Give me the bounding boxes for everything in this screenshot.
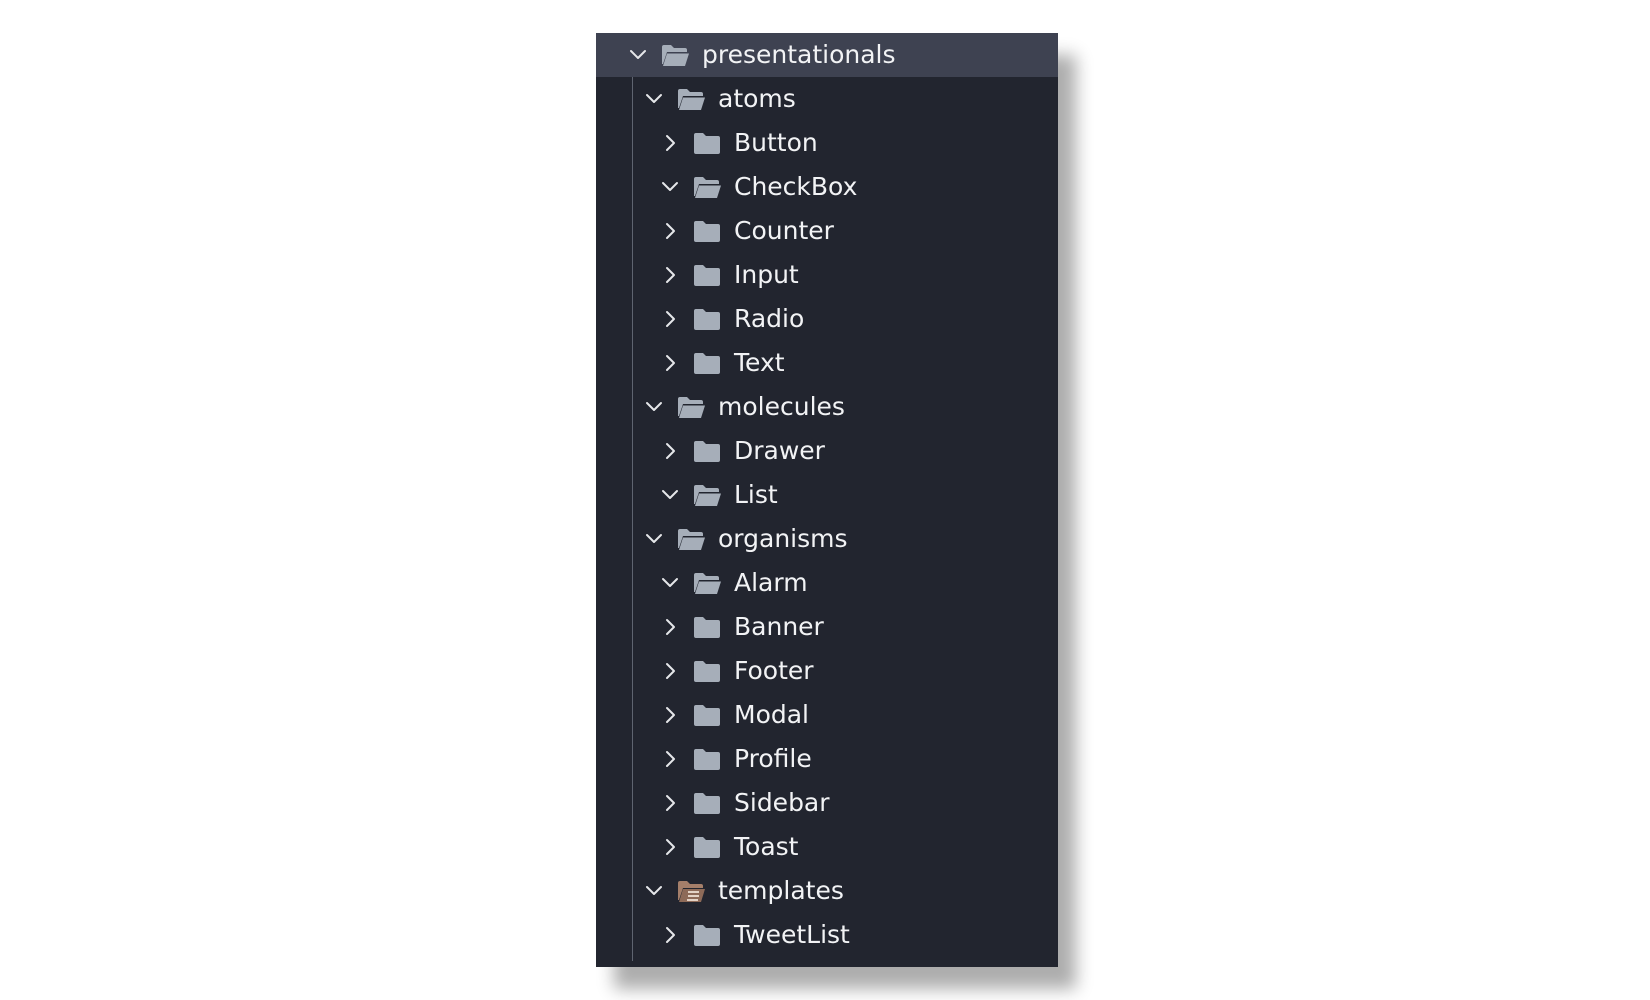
folder-icon (692, 131, 722, 155)
tree-item-drawer[interactable]: Drawer (596, 429, 1058, 473)
chevron-down-icon[interactable] (644, 881, 664, 901)
chevron-right-icon[interactable] (660, 221, 680, 241)
tree-item-label: Drawer (734, 436, 825, 465)
folder-tree: presentationals atoms Button CheckBox Counte… (596, 33, 1058, 967)
tree-item-organisms[interactable]: organisms (596, 517, 1058, 561)
tree-item-label: Profile (734, 744, 812, 773)
chevron-right-icon[interactable] (660, 309, 680, 329)
tree-item-label: Footer (734, 656, 814, 685)
tree-item-footer[interactable]: Footer (596, 649, 1058, 693)
tree-item-label: Text (734, 348, 785, 377)
tree-item-label: presentationals (702, 40, 896, 69)
folder-open-icon (676, 87, 706, 111)
folder-icon (692, 747, 722, 771)
chevron-right-icon[interactable] (660, 265, 680, 285)
tree-item-label: CheckBox (734, 172, 858, 201)
tree-item-label: templates (718, 876, 844, 905)
tree-item-profile[interactable]: Profile (596, 737, 1058, 781)
tree-item-alarm[interactable]: Alarm (596, 561, 1058, 605)
chevron-down-icon[interactable] (628, 45, 648, 65)
folder-icon (692, 351, 722, 375)
folder-templates-open-icon (676, 879, 706, 903)
folder-icon (692, 263, 722, 287)
tree-item-label: Radio (734, 304, 805, 333)
chevron-right-icon[interactable] (660, 793, 680, 813)
chevron-down-icon[interactable] (644, 397, 664, 417)
tree-item-templates[interactable]: templates (596, 869, 1058, 913)
file-explorer-panel: presentationals atoms Button CheckBox Counte… (596, 33, 1058, 967)
chevron-right-icon[interactable] (660, 133, 680, 153)
chevron-down-icon[interactable] (660, 177, 680, 197)
chevron-right-icon[interactable] (660, 661, 680, 681)
tree-item-counter[interactable]: Counter (596, 209, 1058, 253)
folder-icon (692, 791, 722, 815)
tree-item-label: Modal (734, 700, 809, 729)
tree-item-atoms[interactable]: atoms (596, 77, 1058, 121)
tree-item-label: Counter (734, 216, 834, 245)
tree-item-sidebar[interactable]: Sidebar (596, 781, 1058, 825)
tree-item-label: TweetList (734, 920, 850, 949)
tree-item-label: molecules (718, 392, 845, 421)
chevron-down-icon[interactable] (660, 573, 680, 593)
tree-item-text[interactable]: Text (596, 341, 1058, 385)
folder-open-icon (692, 483, 722, 507)
tree-item-label: Sidebar (734, 788, 830, 817)
folder-icon (692, 923, 722, 947)
chevron-right-icon[interactable] (660, 441, 680, 461)
folder-open-icon (660, 43, 690, 67)
folder-icon (692, 219, 722, 243)
chevron-down-icon[interactable] (660, 485, 680, 505)
tree-item-label: organisms (718, 524, 848, 553)
folder-icon (692, 835, 722, 859)
tree-item-label: Alarm (734, 568, 808, 597)
folder-open-icon (692, 175, 722, 199)
tree-item-label: Button (734, 128, 818, 157)
tree-item-molecules[interactable]: molecules (596, 385, 1058, 429)
chevron-right-icon[interactable] (660, 925, 680, 945)
tree-item-tweetlist[interactable]: TweetList (596, 913, 1058, 957)
tree-item-toast[interactable]: Toast (596, 825, 1058, 869)
chevron-right-icon[interactable] (660, 353, 680, 373)
tree-item-label: Input (734, 260, 799, 289)
tree-item-radio[interactable]: Radio (596, 297, 1058, 341)
folder-open-icon (676, 527, 706, 551)
folder-icon (692, 703, 722, 727)
tree-item-list[interactable]: List (596, 473, 1058, 517)
folder-icon (692, 659, 722, 683)
folder-icon (692, 307, 722, 331)
chevron-right-icon[interactable] (660, 749, 680, 769)
tree-item-banner[interactable]: Banner (596, 605, 1058, 649)
folder-open-icon (692, 571, 722, 595)
tree-item-input[interactable]: Input (596, 253, 1058, 297)
tree-item-label: atoms (718, 84, 796, 113)
tree-item-modal[interactable]: Modal (596, 693, 1058, 737)
folder-icon (692, 615, 722, 639)
chevron-down-icon[interactable] (644, 529, 664, 549)
chevron-down-icon[interactable] (644, 89, 664, 109)
tree-item-button[interactable]: Button (596, 121, 1058, 165)
chevron-right-icon[interactable] (660, 705, 680, 725)
tree-item-presentationals[interactable]: presentationals (596, 33, 1058, 77)
tree-item-label: Toast (734, 832, 799, 861)
chevron-right-icon[interactable] (660, 837, 680, 857)
chevron-right-icon[interactable] (660, 617, 680, 637)
tree-item-label: Banner (734, 612, 824, 641)
folder-open-icon (676, 395, 706, 419)
folder-icon (692, 439, 722, 463)
tree-item-label: List (734, 480, 778, 509)
tree-item-checkbox[interactable]: CheckBox (596, 165, 1058, 209)
